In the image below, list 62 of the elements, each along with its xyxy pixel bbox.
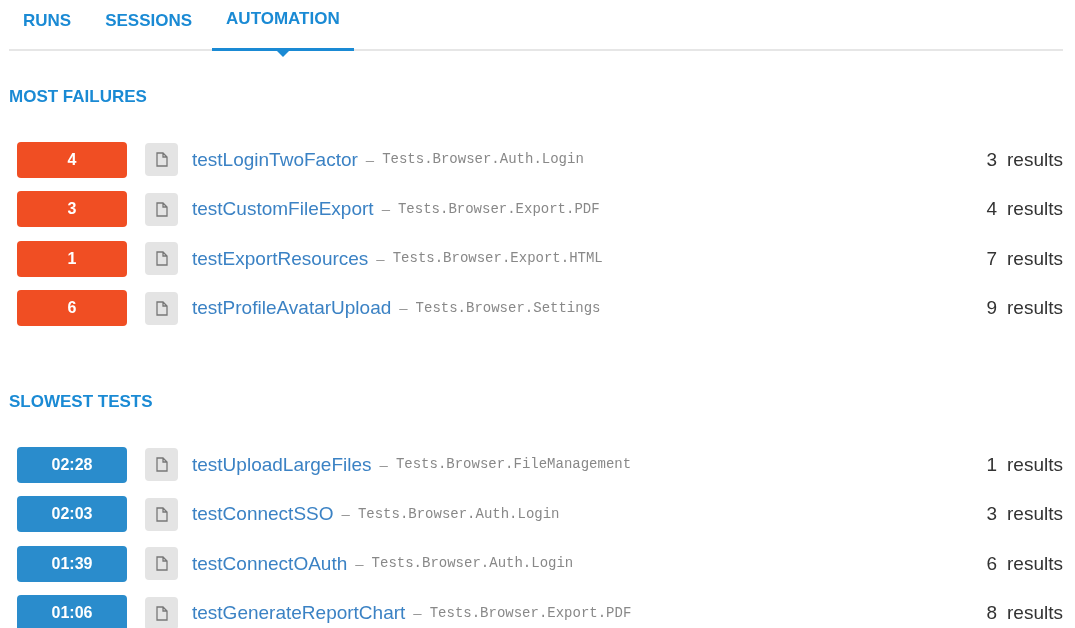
result-count: 9 xyxy=(986,296,998,320)
file-icon xyxy=(145,448,178,482)
results-label: results xyxy=(1007,452,1063,477)
tab[interactable]: SESSIONS xyxy=(91,0,207,51)
results-label: results xyxy=(1007,147,1063,172)
file-icon xyxy=(145,291,178,325)
separator: – xyxy=(413,603,422,623)
test-path: Tests.Browser.Export.PDF xyxy=(429,603,632,623)
count-badge: 01:39 xyxy=(17,545,127,582)
count-badge: 4 xyxy=(17,141,127,178)
separator: – xyxy=(379,454,388,475)
file-icon xyxy=(145,192,178,226)
results-label: results xyxy=(1007,197,1063,221)
separator: – xyxy=(376,248,385,269)
test-link[interactable]: testProfileAvatarUpload xyxy=(192,294,392,323)
count-badge: 6 xyxy=(17,290,127,327)
separator: – xyxy=(365,149,375,170)
count-badge: 01:06 xyxy=(17,595,127,628)
file-icon xyxy=(145,596,178,628)
result-count: 1 xyxy=(986,452,998,477)
test-path: Tests.Browser.Auth.Login xyxy=(382,150,584,170)
separator: – xyxy=(399,298,408,318)
file-icon xyxy=(145,497,178,531)
test-path: Tests.Browser.Auth.Login xyxy=(371,554,574,574)
test-link[interactable]: testLoginTwoFactor xyxy=(192,145,358,174)
count-badge: 1 xyxy=(17,240,127,277)
test-link[interactable]: testExportResources xyxy=(192,244,369,273)
count-badge: 3 xyxy=(17,191,127,228)
separator: – xyxy=(381,199,390,219)
file-icon xyxy=(145,547,178,581)
test-link[interactable]: testCustomFileExport xyxy=(192,195,374,224)
separator: – xyxy=(355,553,364,574)
count-badge: 02:28 xyxy=(17,446,127,483)
count-badge: 02:03 xyxy=(17,496,127,533)
test-path: Tests.Browser.Settings xyxy=(415,298,601,318)
test-link[interactable]: testConnectOAuth xyxy=(192,549,348,578)
test-path: Tests.Browser.FileManagement xyxy=(395,455,632,475)
results-label: results xyxy=(1007,551,1063,576)
test-link[interactable]: testUploadLargeFiles xyxy=(192,450,372,479)
result-count: 8 xyxy=(986,601,998,625)
result-count: 7 xyxy=(986,246,998,271)
test-path: Tests.Browser.Export.PDF xyxy=(397,199,600,219)
result-count: 3 xyxy=(986,147,998,172)
file-icon xyxy=(145,242,178,276)
result-count: 6 xyxy=(986,551,998,576)
result-count: 4 xyxy=(986,197,998,221)
file-icon xyxy=(145,143,178,177)
pointer-icon xyxy=(275,50,290,57)
results-label: results xyxy=(1007,502,1063,526)
results-label: results xyxy=(1007,246,1063,271)
results-label: results xyxy=(1007,601,1063,625)
section-heading: SLOWEST TESTS xyxy=(9,391,154,413)
test-link[interactable]: testConnectSSO xyxy=(192,500,334,529)
tab[interactable]: AUTOMATION xyxy=(212,0,354,51)
tab[interactable]: RUNS xyxy=(9,0,86,51)
result-count: 3 xyxy=(986,502,998,526)
results-label: results xyxy=(1007,296,1063,320)
separator: – xyxy=(341,504,350,524)
test-link[interactable]: testGenerateReportChart xyxy=(192,599,406,628)
section-heading: MOST FAILURES xyxy=(9,86,148,108)
test-path: Tests.Browser.Auth.Login xyxy=(357,504,560,524)
test-path: Tests.Browser.Export.HTML xyxy=(392,249,603,269)
